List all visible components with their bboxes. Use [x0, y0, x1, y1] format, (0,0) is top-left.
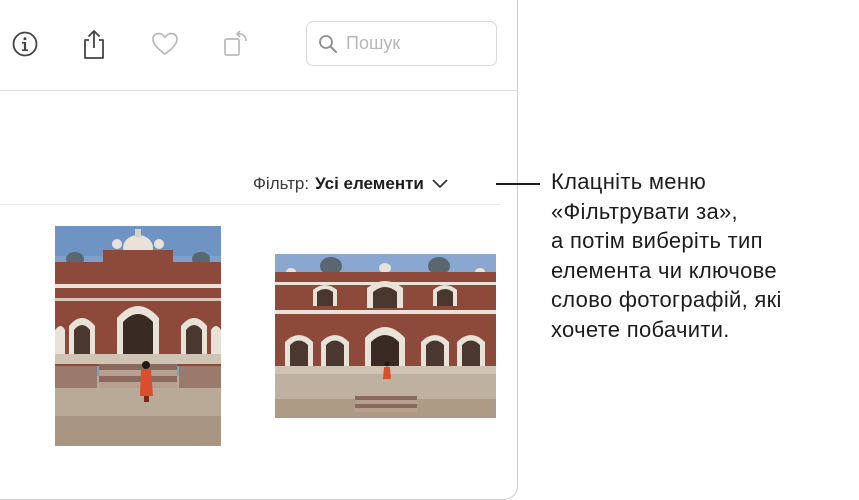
callout-line-2: «Фільтрувати за», — [551, 198, 738, 224]
rotate-icon — [224, 30, 247, 56]
photo-thumbnail[interactable] — [55, 226, 221, 446]
callout-text: Клацніть меню «Фільтрувати за», а потім … — [551, 167, 859, 344]
callout-line-5: слово фотографій, які — [551, 287, 782, 312]
callout-line-1: Клацніть меню — [551, 169, 707, 194]
callout-line-4: елемента чи ключове — [551, 257, 777, 283]
info-icon — [12, 31, 38, 57]
search-field[interactable] — [306, 21, 497, 66]
search-icon — [319, 34, 337, 53]
filter-menu[interactable]: Фільтр: Усі елементи — [253, 172, 448, 196]
photo-thumbnail[interactable] — [275, 254, 496, 418]
heart-icon — [152, 32, 178, 55]
info-button[interactable] — [10, 28, 40, 60]
toolbar-divider — [0, 90, 517, 91]
photo-image — [275, 254, 496, 418]
callout-line-6: хочете побачити. — [551, 316, 730, 342]
content-divider — [0, 204, 500, 205]
share-icon — [84, 30, 104, 59]
filter-value[interactable]: Усі елементи — [315, 174, 424, 194]
filter-label: Фільтр: — [253, 174, 310, 193]
rotate-button[interactable] — [221, 28, 251, 60]
photo-image — [55, 226, 221, 446]
chevron-down-icon[interactable] — [432, 179, 448, 189]
search-input[interactable] — [346, 33, 486, 54]
callout-line — [496, 183, 540, 185]
callout-line-3: а потім виберіть тип — [551, 228, 763, 253]
favorite-button[interactable] — [150, 28, 180, 60]
share-button[interactable] — [79, 28, 109, 60]
